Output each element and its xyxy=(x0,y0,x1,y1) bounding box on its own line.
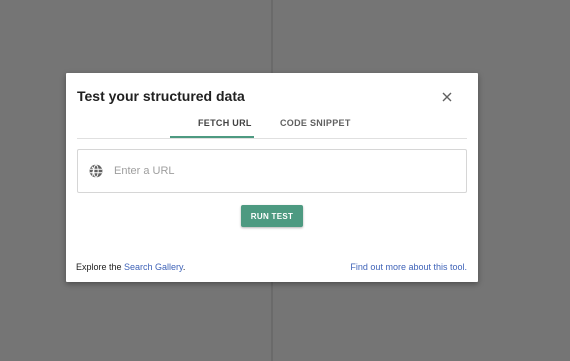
url-field[interactable] xyxy=(77,149,467,193)
tab-code-snippet[interactable]: CODE SNIPPET xyxy=(280,117,351,138)
tab-fetch-url[interactable]: FETCH URL xyxy=(198,117,252,138)
active-tab-indicator xyxy=(170,136,254,138)
explore-suffix: . xyxy=(182,262,186,272)
explore-text: Explore the Search Gallery. xyxy=(76,262,185,272)
structured-data-dialog: Test your structured data FETCH URL CODE… xyxy=(66,73,478,282)
tab-bar: FETCH URL CODE SNIPPET xyxy=(77,117,467,139)
run-test-button[interactable]: RUN TEST xyxy=(241,205,303,227)
explore-prefix: Explore the xyxy=(76,262,125,272)
globe-icon xyxy=(89,164,103,178)
url-input[interactable] xyxy=(114,162,454,180)
dialog-title: Test your structured data xyxy=(77,88,245,104)
find-out-more-link[interactable]: Find out more about this tool. xyxy=(350,262,467,272)
close-button[interactable] xyxy=(436,86,458,108)
close-icon xyxy=(442,92,452,102)
search-gallery-link[interactable]: Search Gallery xyxy=(124,262,183,272)
